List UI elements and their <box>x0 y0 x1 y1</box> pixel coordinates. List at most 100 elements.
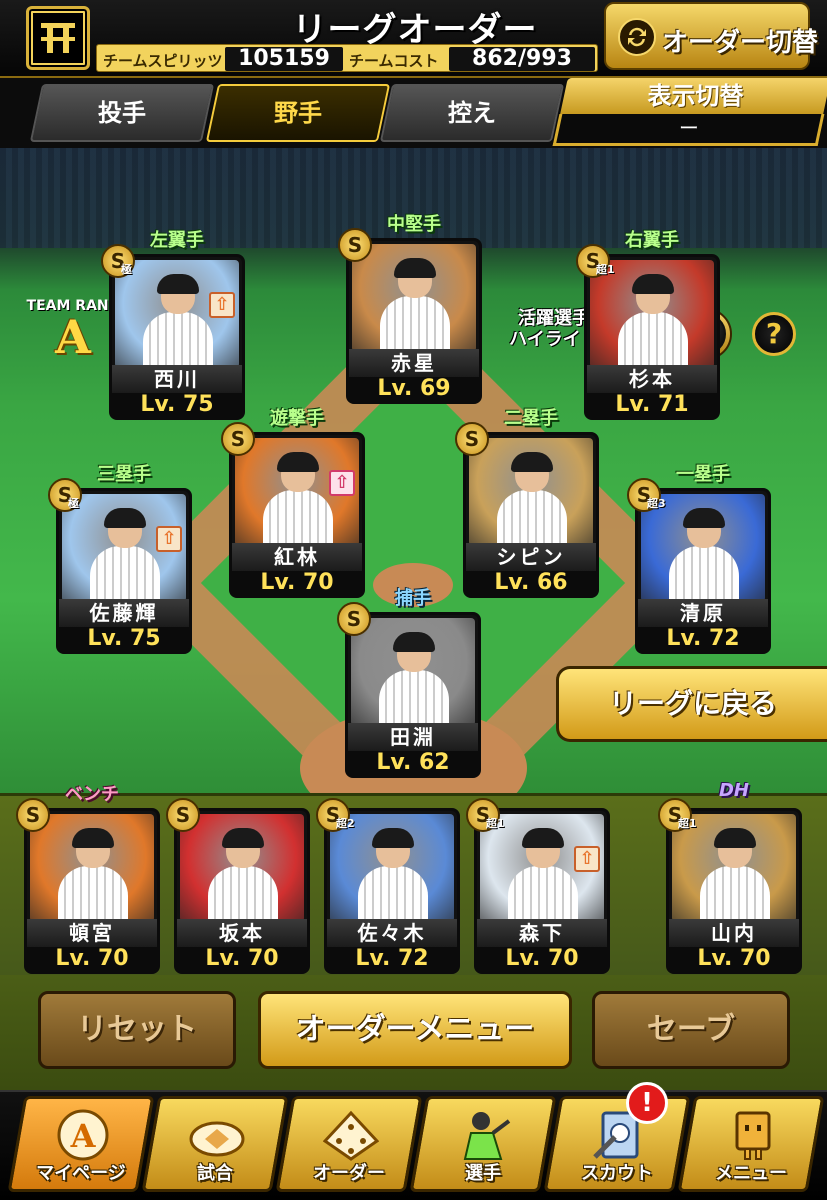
player-portrait <box>641 494 765 602</box>
player-level: Lv. 70 <box>669 947 799 971</box>
player-name: 西川 <box>112 365 242 393</box>
rarity-letter: S <box>347 233 363 257</box>
rarity-s-icon: S 超3 <box>627 478 666 512</box>
player-card-bench-1[interactable]: ベンチ 頓宮 Lv. 70 S <box>16 784 160 974</box>
nav-players[interactable]: 選手 <box>409 1096 557 1192</box>
bench-area: ベンチ 頓宮 Lv. 70 S 坂本 Lv. 70 S 佐々木 Lv. 72 S… <box>0 780 827 975</box>
order-menu-button[interactable]: オーダーメニュー <box>258 991 572 1069</box>
rarity-sub: 極 <box>68 497 79 510</box>
nav-order-label: オーダー <box>313 1163 385 1184</box>
player-name: 頓宮 <box>27 919 157 947</box>
position-label: DH <box>718 780 749 801</box>
player-card-bench-2[interactable]: 坂本 Lv. 70 S <box>166 798 310 974</box>
player-card-right-field[interactable]: 右翼手 杉本 Lv. 71 S 超1 <box>576 230 720 420</box>
order-switch-button[interactable]: オーダー切替 <box>604 2 818 70</box>
player-level: Lv. 71 <box>587 393 717 417</box>
card-frame: 頓宮 Lv. 70 <box>24 808 160 974</box>
return-to-league-label: リーグに戻る <box>608 687 777 720</box>
order-icon <box>323 1110 379 1161</box>
menu-icon <box>735 1111 771 1160</box>
rarity-s-icon: S極 <box>48 478 82 512</box>
nav-order[interactable]: オーダー <box>275 1096 423 1192</box>
player-card-left-field[interactable]: 左翼手 西川 Lv. 75 S 極 ⇧ <box>101 230 245 420</box>
player-level: Lv. 75 <box>59 627 189 651</box>
display-switch-label: 表示切替 <box>647 82 744 110</box>
team-cost-label: チームコスト <box>349 52 439 70</box>
rarity-sub: 超3 <box>647 497 666 510</box>
card-frame: 森下 Lv. 70 <box>474 808 610 974</box>
player-card-first-base[interactable]: 一塁手 清原 Lv. 72 S 超3 <box>627 464 771 654</box>
player-icon <box>463 1112 511 1160</box>
team-stats: チームスピリッツ 105159 チームコスト 862/993 <box>96 44 598 72</box>
player-figure <box>263 452 333 546</box>
card-frame: 坂本 Lv. 70 <box>174 808 310 974</box>
rarity-letter: S <box>175 803 191 827</box>
nav-game[interactable]: 試合 <box>141 1096 289 1192</box>
player-level: Lv. 69 <box>349 377 479 401</box>
rarity-s-icon: S 超2 <box>316 798 355 832</box>
rarity-s-icon: S極 <box>101 244 135 278</box>
save-button[interactable]: セーブ <box>592 991 790 1069</box>
player-card-shortstop[interactable]: 遊撃手 紅林 Lv. 70 S ⇧ <box>221 408 365 598</box>
player-portrait <box>590 260 714 368</box>
rarity-s-icon: S <box>166 798 200 832</box>
card-frame: 山内 Lv. 70 <box>666 808 802 974</box>
display-switch-value: ー <box>678 116 699 140</box>
rarity-letter: S <box>230 427 246 451</box>
player-card-third-base[interactable]: 三塁手 佐藤輝 Lv. 75 S 極 ⇧ <box>48 464 192 654</box>
rarity-s-icon: S <box>337 602 371 636</box>
tab-pitcher[interactable]: 投手 <box>29 84 215 142</box>
team-cost-value: 862/993 <box>449 47 595 71</box>
player-name: 紅林 <box>232 543 362 571</box>
rarity-sub: 超1 <box>596 263 615 276</box>
reset-button[interactable]: リセット <box>38 991 236 1069</box>
player-name: 赤星 <box>349 349 479 377</box>
return-to-league-button[interactable]: リーグに戻る <box>556 666 827 742</box>
player-portrait <box>469 438 593 546</box>
action-bar: リセット オーダーメニュー セーブ <box>0 975 827 1090</box>
rarity-sub: 極 <box>121 263 132 276</box>
nav-scout[interactable]: スカウト <box>543 1096 691 1192</box>
rarity-letter: S <box>346 607 362 631</box>
player-figure <box>90 508 160 602</box>
player-card-bench-4[interactable]: 森下 Lv. 70 S 超1 ⇧ <box>466 798 610 974</box>
stadium-icon <box>189 1121 245 1157</box>
tab-pitcher-label: 投手 <box>98 99 146 127</box>
player-card-dh[interactable]: DH 山内 Lv. 70 S 超1 <box>658 780 802 974</box>
card-frame: 西川 Lv. 75 <box>109 254 245 420</box>
header: リーグオーダー チームスピリッツ 105159 チームコスト 862/993 オ… <box>0 0 827 78</box>
player-name: 清原 <box>638 599 768 627</box>
nav-menu[interactable]: メニュー <box>677 1096 825 1192</box>
help-icon[interactable]: ? <box>752 312 796 356</box>
nav-mypage-label: マイページ <box>36 1163 126 1184</box>
rarity-s-icon: S <box>338 228 372 262</box>
player-figure <box>143 274 213 368</box>
tab-fielder[interactable]: 野手 <box>205 84 391 142</box>
condition-up-icon: ⇧ <box>209 292 235 318</box>
player-card-bench-3[interactable]: 佐々木 Lv. 72 S 超2 <box>316 798 460 974</box>
player-name: 山内 <box>669 919 799 947</box>
player-name: 佐藤輝 <box>59 599 189 627</box>
player-card-catcher[interactable]: 捕手 田淵 Lv. 62 S <box>337 588 481 778</box>
bottom-nav: A マイページ 試合 オーダー 選手 スカウト メニュー <box>0 1090 827 1200</box>
player-figure <box>379 632 449 726</box>
nav-mypage[interactable]: A マイページ <box>7 1096 155 1192</box>
player-name: 森下 <box>477 919 607 947</box>
player-figure <box>380 258 450 352</box>
player-card-second-base[interactable]: 二塁手 シピン Lv. 66 S <box>455 408 599 598</box>
player-figure <box>618 274 688 368</box>
card-frame: 清原 Lv. 72 <box>635 488 771 654</box>
condition-up-icon: ⇧ <box>574 846 600 872</box>
player-card-center-field[interactable]: 中堅手 赤星 Lv. 69 S <box>338 214 482 404</box>
tab-reserve[interactable]: 控え <box>379 84 565 142</box>
player-name: シピン <box>466 543 596 571</box>
card-frame: 杉本 Lv. 71 <box>584 254 720 420</box>
rarity-s-icon: S 超1 <box>576 244 615 278</box>
player-name: 佐々木 <box>327 919 457 947</box>
display-switch-button[interactable]: 表示切替 ー <box>552 78 827 148</box>
player-portrait <box>180 814 304 922</box>
player-figure <box>358 828 428 922</box>
player-figure <box>208 828 278 922</box>
card-frame: 赤星 Lv. 69 <box>346 238 482 404</box>
player-level: Lv. 70 <box>477 947 607 971</box>
